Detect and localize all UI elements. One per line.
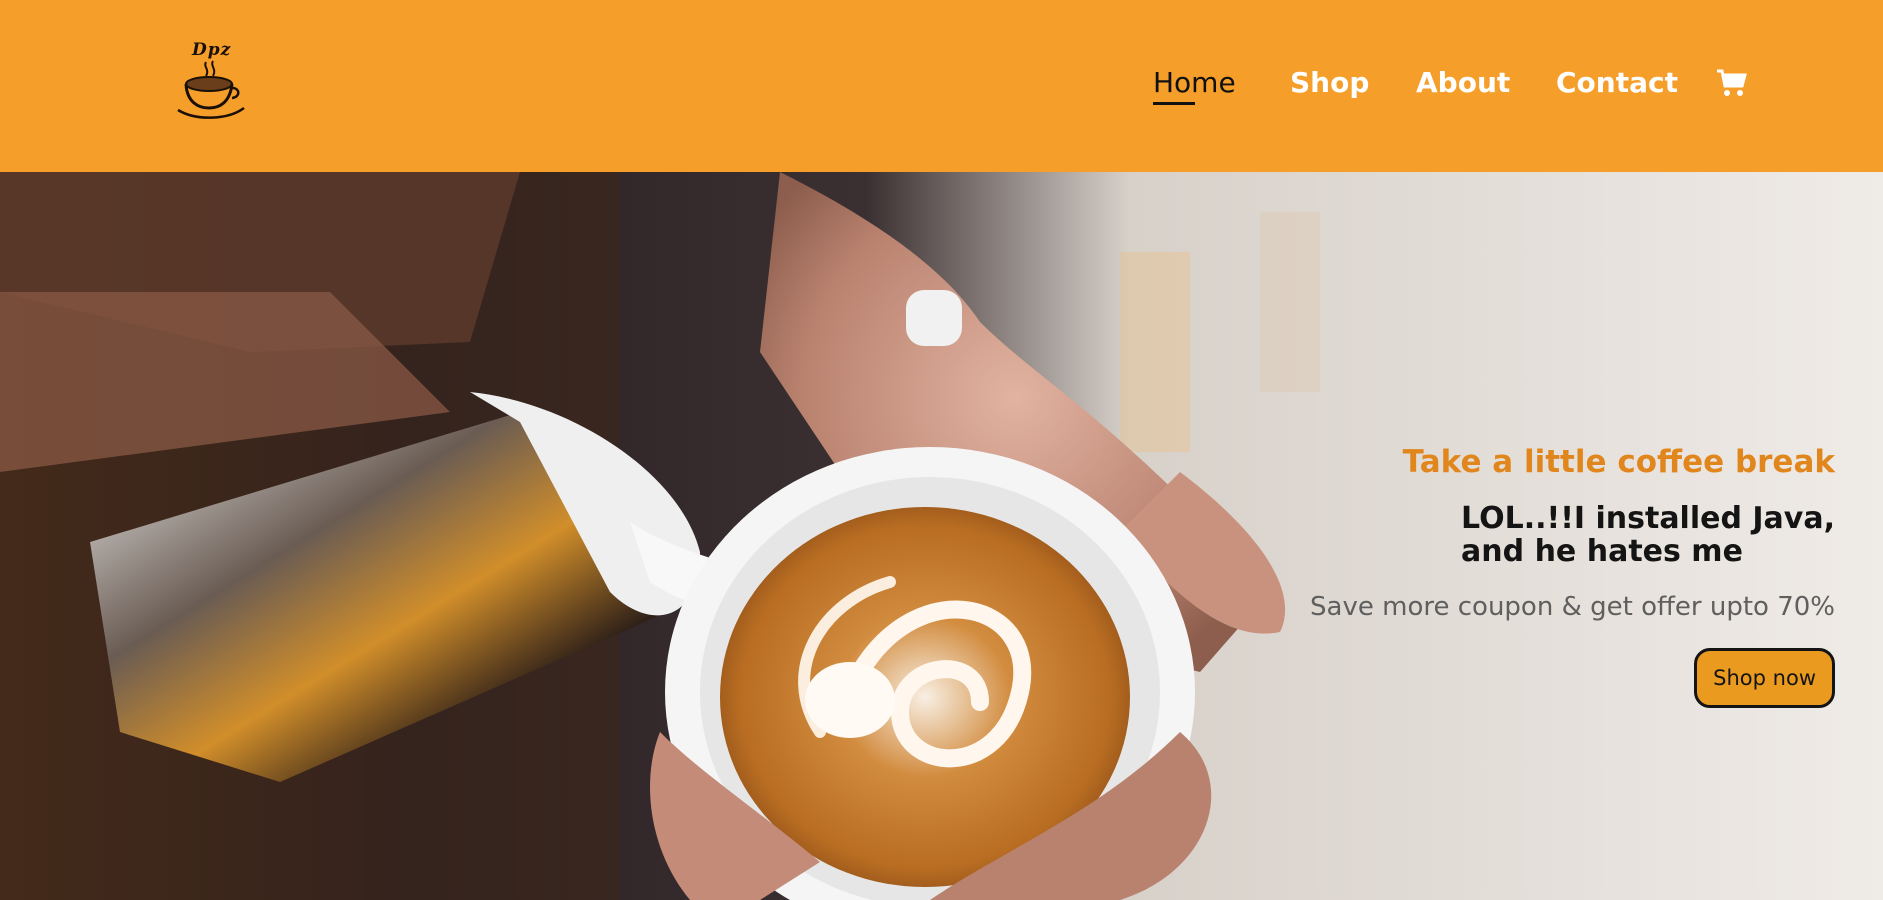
nav-link-contact[interactable]: Contact: [1556, 66, 1678, 99]
hero-headline: LOL..!!I installed Java, and he hates me: [1461, 502, 1835, 568]
shopping-cart-icon[interactable]: [1716, 68, 1748, 98]
logo-text: Dpz: [192, 40, 232, 60]
hero-headline-line2: and he hates me: [1461, 534, 1743, 569]
coffee-logo[interactable]: Dpz: [176, 40, 246, 122]
shop-now-button[interactable]: Shop now: [1694, 648, 1835, 708]
hero-headline-line1: LOL..!!I installed Java,: [1461, 501, 1835, 536]
site-header: Dpz Home Shop About Contact: [0, 0, 1883, 172]
hero-copy: Take a little coffee break LOL..!!I inst…: [1235, 442, 1835, 708]
hero-tagline: Take a little coffee break: [1402, 444, 1835, 480]
hero-banner: Take a little coffee break LOL..!!I inst…: [0, 172, 1883, 900]
coffee-cup-icon: [177, 60, 245, 119]
main-navigation: Home Shop About Contact: [983, 0, 1883, 172]
nav-link-shop[interactable]: Shop: [1290, 66, 1369, 99]
hero-subtitle: Save more coupon & get offer upto 70%: [1310, 592, 1835, 622]
nav-link-home[interactable]: Home: [1153, 66, 1236, 105]
nav-link-about[interactable]: About: [1416, 66, 1510, 99]
